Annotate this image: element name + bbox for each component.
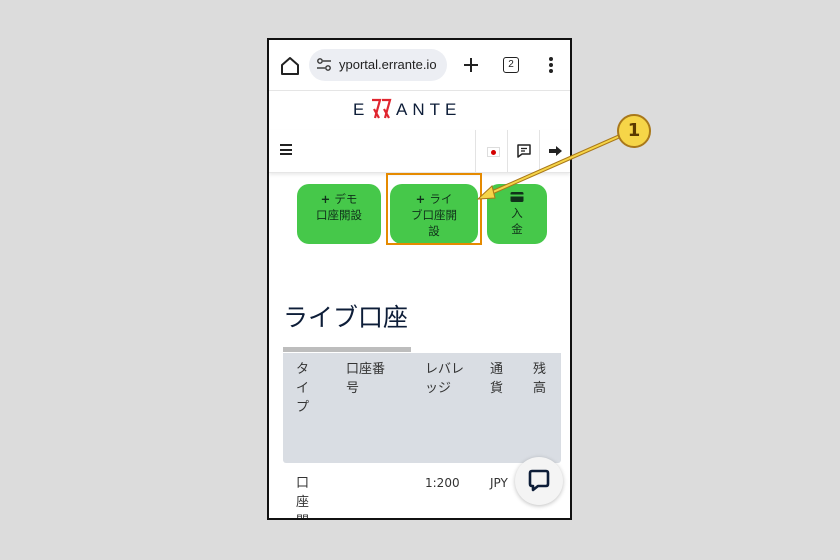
callout-arrow (476, 134, 621, 200)
callout-number: 1 (617, 114, 651, 148)
